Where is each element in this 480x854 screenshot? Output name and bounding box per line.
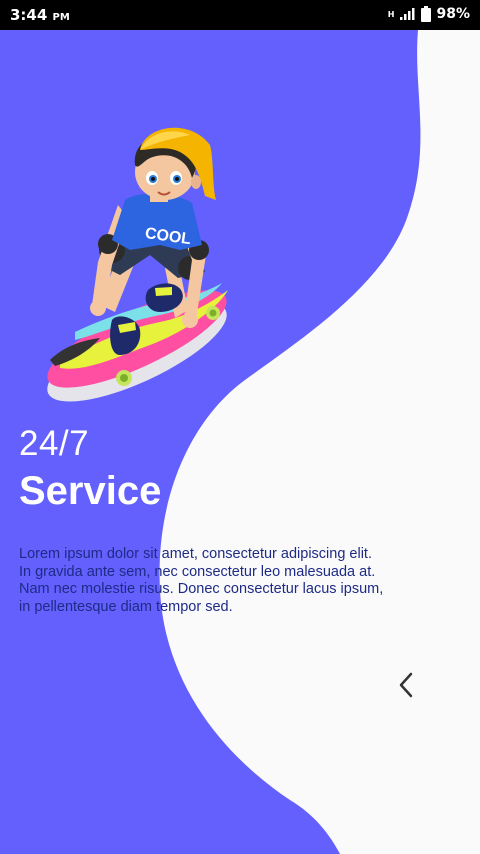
battery-percent: 98% (436, 6, 470, 22)
status-indicators: H 98% (388, 6, 470, 22)
status-time-value: 3:44 (10, 6, 48, 24)
status-bar: 3:44 PM H 98% (0, 0, 480, 30)
battery-icon (421, 6, 432, 22)
status-time: 3:44 PM (10, 6, 70, 24)
description-text: Lorem ipsum dolor sit amet, consectetur … (19, 546, 384, 615)
status-time-ampm: PM (52, 12, 70, 23)
title-line-2: Service (19, 469, 162, 513)
signal-bars-icon (400, 8, 415, 20)
onboarding-content: 24/7 Service Lorem ipsum dolor sit amet,… (19, 424, 384, 616)
chevron-left-icon (399, 672, 413, 698)
back-button[interactable] (390, 668, 422, 702)
title-line-1: 24/7 (19, 424, 90, 463)
skateboarder-illustration: COOL (47, 127, 228, 402)
network-type-label: H (387, 9, 395, 19)
